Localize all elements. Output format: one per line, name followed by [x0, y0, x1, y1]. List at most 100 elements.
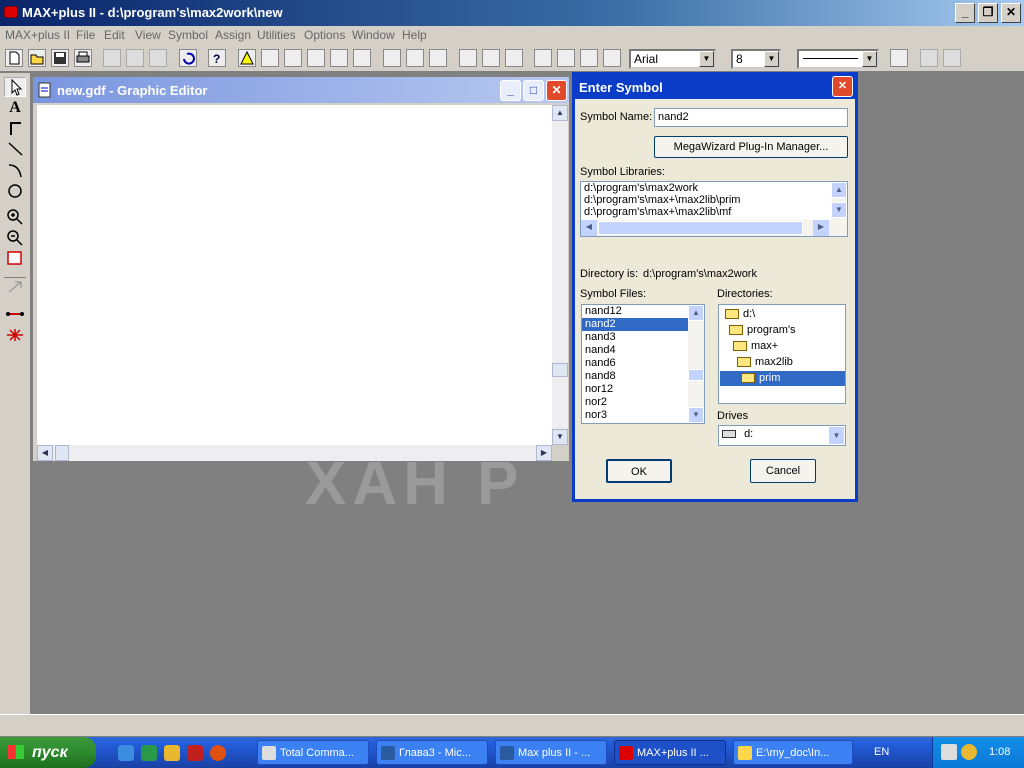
start-button[interactable]: пуск	[0, 737, 96, 768]
save-simulate-icon[interactable]	[330, 49, 348, 67]
undo-icon[interactable]	[179, 49, 197, 67]
graphic-eye-icon[interactable]	[580, 49, 598, 67]
scroll-left-icon[interactable]: ◀	[37, 445, 53, 461]
symbol-libraries-list[interactable]: d:\program's\max2work d:\program's\max+\…	[580, 181, 848, 237]
menu-options[interactable]: Options	[304, 28, 345, 42]
directory-item[interactable]: program's	[729, 323, 796, 338]
open-hierarchy-icon[interactable]	[383, 49, 401, 67]
save-check-icon[interactable]	[284, 49, 302, 67]
quicklaunch-icon[interactable]	[187, 745, 203, 761]
close-button[interactable]: ✕	[1001, 3, 1021, 23]
simulator-icon[interactable]	[482, 49, 500, 67]
connect-nodes-icon[interactable]	[4, 305, 26, 325]
menu-utilities[interactable]: Utilities	[257, 28, 296, 42]
directory-item[interactable]: max+	[733, 339, 778, 354]
hscroll-thumb[interactable]	[55, 445, 69, 461]
text-tool-icon[interactable]: A	[4, 98, 26, 118]
menu-maxplus[interactable]: MAX+plus II	[5, 28, 70, 42]
chevron-down-icon[interactable]: ▼	[699, 51, 714, 67]
scroll-down-icon[interactable]: ▼	[831, 202, 847, 218]
orthogonal-line-tool-icon[interactable]	[4, 119, 26, 139]
libraries-vscroll[interactable]: ▲ ▼	[831, 182, 847, 220]
rubberbanding-icon[interactable]	[4, 277, 26, 297]
scroll-up-icon[interactable]: ▲	[552, 105, 568, 121]
fit-in-window-icon[interactable]	[4, 249, 26, 269]
language-indicator[interactable]: EN	[874, 746, 889, 758]
cut-icon[interactable]	[103, 49, 121, 67]
ie-quicklaunch-icon[interactable]	[118, 745, 134, 761]
symbol-name-input[interactable]: nand2	[654, 108, 848, 127]
minimize-button[interactable]: _	[955, 3, 975, 23]
file-item[interactable]: nor3	[582, 409, 704, 422]
task-maxplus-active[interactable]: MAX+plus II ...	[614, 740, 726, 765]
clock[interactable]: 1:08	[989, 746, 1010, 758]
zoom-in-icon[interactable]	[4, 207, 26, 227]
programmer-icon[interactable]	[505, 49, 523, 67]
ok-button[interactable]: OK	[606, 459, 672, 483]
line-style-select[interactable]: ▼	[797, 49, 879, 69]
menu-assign[interactable]: Assign	[215, 28, 251, 42]
print-icon[interactable]	[74, 49, 92, 67]
libraries-hscroll-thumb[interactable]	[598, 221, 803, 235]
hierarchy-up-icon[interactable]	[238, 49, 256, 67]
directory-item[interactable]: max2lib	[737, 355, 793, 370]
scroll-right-icon[interactable]: ▶	[536, 445, 552, 461]
directory-item-selected[interactable]: prim	[720, 371, 845, 386]
quicklaunch-icon[interactable]	[141, 745, 157, 761]
save-compile-icon[interactable]	[307, 49, 325, 67]
quicklaunch-icon[interactable]	[210, 745, 226, 761]
snap-grid-icon[interactable]	[890, 49, 908, 67]
horizontal-scrollbar[interactable]: ◀ ▶	[37, 445, 552, 461]
selection-tool-icon[interactable]	[4, 77, 26, 97]
file-item[interactable]: nor2	[582, 396, 704, 409]
megawizard-button[interactable]: MegaWizard Plug-In Manager...	[654, 136, 848, 158]
scroll-thumb[interactable]	[552, 363, 568, 377]
directories-list[interactable]: d:\ program's max+ max2lib prim	[718, 304, 846, 404]
dialog-close-button[interactable]: ✕	[832, 76, 853, 97]
compiler-icon[interactable]	[459, 49, 477, 67]
library-item[interactable]: d:\program's\max+\max2lib\prim	[581, 194, 847, 206]
menu-view[interactable]: View	[135, 28, 161, 42]
flip-icon[interactable]	[943, 49, 961, 67]
waveform-eye-icon[interactable]	[557, 49, 575, 67]
paste-icon[interactable]	[149, 49, 167, 67]
vertical-scrollbar[interactable]: ▲ ▼	[552, 105, 568, 445]
scroll-down-icon[interactable]: ▼	[552, 429, 568, 445]
dialog-title-bar[interactable]: Enter Symbol ✕	[575, 75, 855, 99]
menu-symbol[interactable]: Symbol	[168, 28, 208, 42]
diagonal-line-tool-icon[interactable]	[4, 140, 26, 160]
scroll-right-icon[interactable]: ▶	[813, 220, 829, 236]
file-item[interactable]: nand3	[582, 331, 704, 344]
scroll-down-icon[interactable]: ▼	[688, 407, 704, 423]
save-icon[interactable]	[51, 49, 69, 67]
scroll-left-icon[interactable]: ◀	[581, 220, 597, 236]
files-scroll-thumb[interactable]	[688, 369, 704, 381]
task-explorer-mydoc[interactable]: E:\my_doc\In...	[733, 740, 853, 765]
editor-close-button[interactable]: ✕	[546, 80, 567, 101]
tray-app-icon[interactable]	[941, 744, 957, 760]
file-item-selected[interactable]: nand2	[582, 318, 704, 331]
scroll-up-icon[interactable]: ▲	[831, 182, 847, 198]
file-item[interactable]: nand8	[582, 370, 704, 383]
files-vscroll[interactable]: ▲ ▼	[688, 305, 704, 423]
chevron-down-icon[interactable]: ▼	[862, 51, 877, 67]
symbol-files-list[interactable]: nand12 nand2 nand3 nand4 nand6 nand8 nor…	[581, 304, 705, 424]
editor-maximize-button[interactable]: □	[523, 80, 544, 101]
timing-analyzer-icon[interactable]	[353, 49, 371, 67]
chevron-down-icon[interactable]: ▼	[764, 51, 779, 67]
file-item[interactable]: nand6	[582, 357, 704, 370]
symbol-eye-icon[interactable]	[603, 49, 621, 67]
open-folder-icon[interactable]	[28, 49, 46, 67]
task-total-commander[interactable]: Total Comma...	[257, 740, 369, 765]
drawing-canvas[interactable]	[37, 105, 552, 445]
hierarchy-display-icon[interactable]	[429, 49, 447, 67]
report-icon[interactable]	[406, 49, 424, 67]
library-item[interactable]: d:\program's\max+\max2lib\mf	[581, 206, 847, 218]
disconnect-nodes-icon[interactable]	[4, 326, 26, 346]
editor-title-bar[interactable]: new.gdf - Graphic Editor _ □ ✕	[33, 77, 569, 103]
menu-help[interactable]: Help	[402, 28, 427, 42]
chevron-down-icon[interactable]: ▼	[828, 426, 845, 445]
restore-button[interactable]: ❐	[978, 3, 998, 23]
zoom-out-icon[interactable]	[4, 228, 26, 248]
menu-edit[interactable]: Edit	[104, 28, 125, 42]
